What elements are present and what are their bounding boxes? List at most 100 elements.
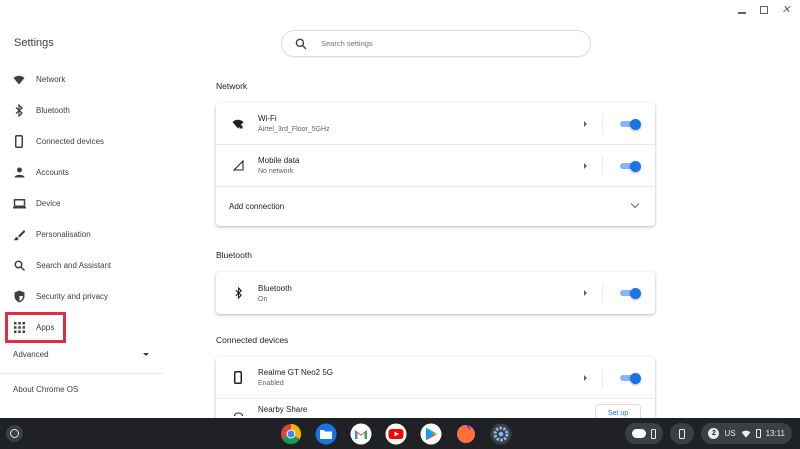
advanced-toggle[interactable]: Advanced (13, 350, 149, 359)
page-title: Settings (14, 37, 54, 49)
cellular-icon (231, 159, 245, 173)
add-connection-row[interactable]: Add connection (216, 187, 655, 226)
mobile-data-row[interactable]: Mobile data No network (216, 145, 655, 187)
about-chrome-os-link[interactable]: About Chrome OS (13, 385, 78, 394)
phone-row[interactable]: Realme GT Neo2 5G Enabled (216, 357, 655, 399)
sidebar-item-label: Personalisation (36, 230, 91, 239)
phone-icon (679, 428, 686, 439)
phone-status: Enabled (258, 380, 284, 387)
add-connection-label: Add connection (229, 202, 285, 211)
section-title-bluetooth: Bluetooth (216, 250, 252, 260)
chrome-icon[interactable] (279, 422, 303, 446)
nearby-share-icon (231, 406, 245, 418)
sidebar-item-network[interactable]: Network (0, 64, 163, 95)
phone-name: Realme GT Neo2 5G (258, 368, 333, 377)
nearby-share-row[interactable]: Nearby Share Set up (216, 399, 655, 418)
system-tray: 2 US 13:11 (625, 423, 792, 444)
divider (602, 369, 603, 387)
window-controls: ✕ (736, 4, 792, 16)
sidebar-nav: Network Bluetooth Connected devices Acco… (0, 64, 163, 343)
sidebar-item-connected-devices[interactable]: Connected devices (0, 126, 163, 157)
shield-icon (12, 290, 26, 304)
divider (602, 157, 603, 175)
search-icon (295, 38, 307, 49)
sidebar-item-security-privacy[interactable]: Security and privacy (0, 281, 163, 312)
search-icon (12, 259, 26, 273)
files-icon[interactable] (314, 422, 338, 446)
mobile-data-status: No network (258, 168, 294, 175)
gmail-icon[interactable] (349, 422, 373, 446)
wifi-row[interactable]: Wi-Fi Airtel_3rd_Floor_5GHz (216, 103, 655, 145)
stylus-tools[interactable] (625, 423, 664, 444)
play-store-icon[interactable] (419, 422, 443, 446)
minimize-button[interactable] (736, 4, 748, 16)
close-icon: ✕ (781, 3, 791, 16)
arrow-right-icon (584, 290, 587, 296)
sidebar-item-device[interactable]: Device (0, 188, 163, 219)
phone-toggle[interactable] (620, 372, 641, 384)
nearby-share-title: Nearby Share (258, 405, 308, 414)
shelf: 2 US 13:11 (0, 418, 800, 449)
pen-icon (632, 429, 647, 438)
wifi-toggle[interactable] (620, 118, 641, 130)
advanced-label: Advanced (13, 350, 49, 359)
sidebar-item-label: Accounts (36, 168, 69, 177)
sidebar-item-label: Network (36, 75, 66, 84)
phone-hub-button[interactable] (670, 423, 695, 444)
section-title-network: Network (216, 81, 248, 91)
launcher-button[interactable] (6, 425, 23, 442)
section-title-connected-devices: Connected devices (216, 335, 289, 345)
locale-indicator: US (724, 429, 736, 438)
bluetooth-card: Bluetooth On (216, 272, 655, 314)
apps-grid-icon (12, 321, 26, 335)
maximize-icon (760, 6, 768, 14)
sidebar-divider (0, 373, 163, 374)
youtube-icon[interactable] (384, 422, 408, 446)
settings-icon[interactable] (489, 422, 513, 446)
phone-icon (231, 371, 245, 385)
search-box[interactable] (281, 30, 591, 57)
divider (602, 115, 603, 133)
sidebar-item-label: Apps (36, 323, 55, 332)
mobile-data-title: Mobile data (258, 156, 300, 165)
wifi-title: Wi-Fi (258, 114, 277, 123)
connected-devices-card: Realme GT Neo2 5G Enabled Nearby Share S… (216, 357, 655, 418)
search-input[interactable] (321, 39, 561, 48)
maximize-button[interactable] (758, 4, 770, 16)
divider (602, 284, 603, 302)
bluetooth-status: On (258, 295, 268, 303)
bluetooth-row[interactable]: Bluetooth On (216, 272, 655, 314)
bluetooth-icon (231, 286, 245, 300)
wifi-icon (231, 117, 245, 131)
bluetooth-toggle[interactable] (620, 287, 641, 299)
phone-icon (12, 135, 26, 149)
wifi-icon (12, 73, 26, 87)
sidebar-item-personalisation[interactable]: Personalisation (0, 219, 163, 250)
arrow-right-icon (584, 375, 587, 381)
bluetooth-title: Bluetooth (258, 283, 292, 293)
shelf-apps (279, 422, 513, 446)
sidebar: Settings Network Bluetooth Connected dev… (0, 0, 163, 418)
sidebar-item-accounts[interactable]: Accounts (0, 157, 163, 188)
close-button[interactable]: ✕ (780, 4, 792, 16)
nearby-share-setup-button[interactable]: Set up (595, 404, 641, 418)
notification-badge: 2 (708, 428, 720, 439)
brush-icon (12, 228, 26, 242)
sidebar-item-label: Device (36, 199, 61, 208)
person-icon (12, 166, 26, 180)
sidebar-item-label: Search and Assistant (36, 261, 112, 270)
wifi-icon (741, 430, 750, 438)
caret-down-icon (143, 353, 149, 356)
firefox-icon[interactable] (454, 422, 478, 446)
sidebar-item-bluetooth[interactable]: Bluetooth (0, 95, 163, 126)
mobile-data-toggle[interactable] (620, 160, 641, 172)
sidebar-item-label: Bluetooth (36, 106, 70, 115)
network-card: Wi-Fi Airtel_3rd_Floor_5GHz Mobile data … (216, 103, 655, 226)
battery-icon (755, 429, 761, 438)
minimize-icon (738, 12, 746, 14)
status-area[interactable]: 2 US 13:11 (701, 423, 792, 444)
sidebar-item-apps[interactable]: Apps (0, 312, 163, 343)
chevron-down-icon (630, 199, 640, 209)
sidebar-item-search-assistant[interactable]: Search and Assistant (0, 250, 163, 281)
tablet-icon (651, 428, 657, 439)
